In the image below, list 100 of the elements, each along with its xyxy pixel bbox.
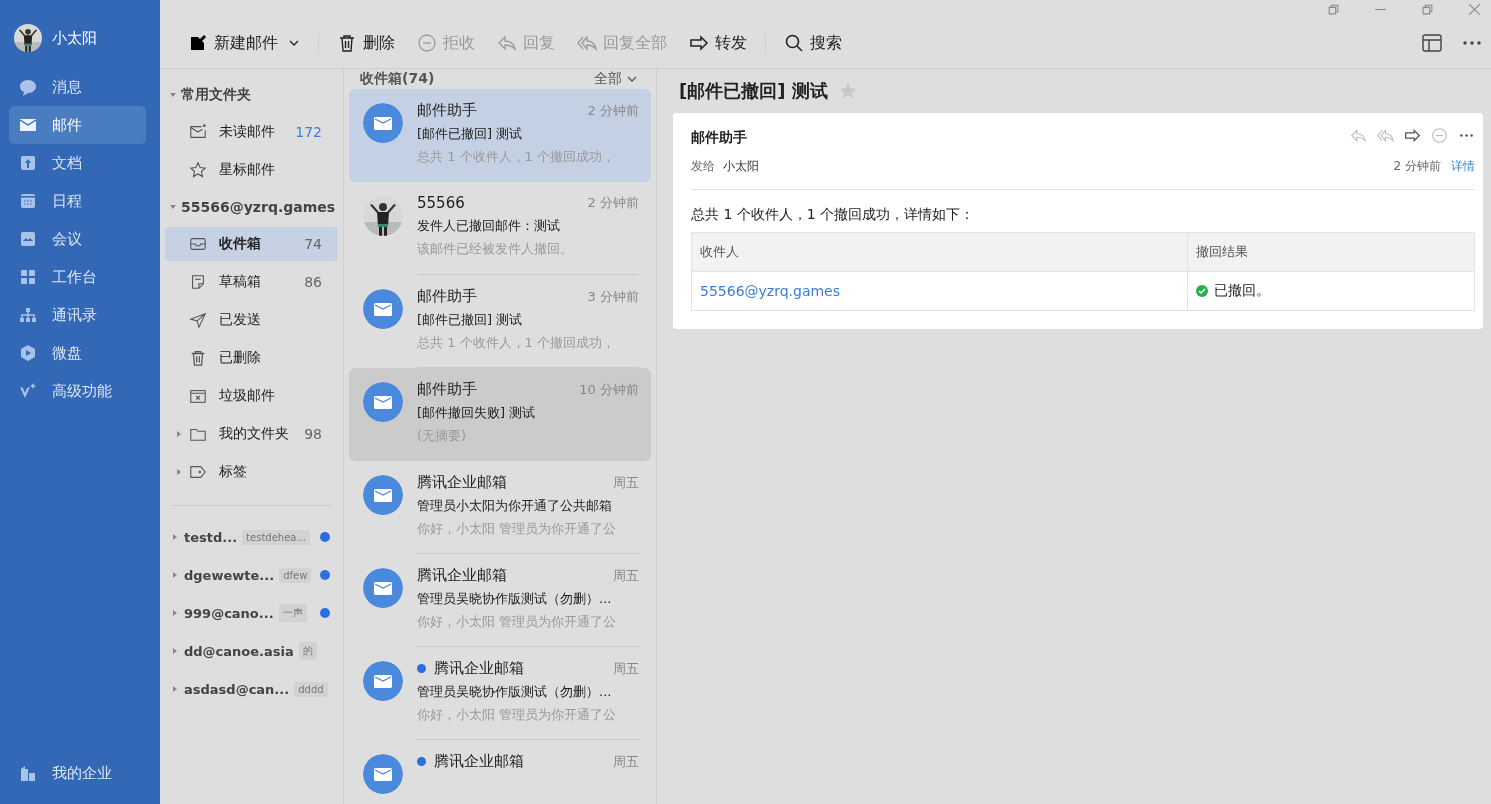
message-time: 2 分钟前 [587,194,639,212]
list-title: 收件箱(74) [360,70,435,88]
user-name[interactable]: 小太阳 [52,28,97,48]
nav-item[interactable]: 工作台 [9,258,146,296]
chat-icon [18,77,38,97]
folder-item[interactable]: 已删除 [165,341,338,375]
account-name[interactable]: dd@canoe.asia [184,643,294,659]
pin-icon[interactable] [1327,2,1340,16]
message-time: 周五 [613,473,639,492]
replyall-icon [1377,127,1394,144]
email-link[interactable]: 55566@yzrq.games [700,283,841,299]
nav-item[interactable]: 微盘 [9,334,146,372]
folder-label: 我的文件夹 [219,425,289,443]
nav-item[interactable]: 日程 [9,182,146,220]
forward-icon [1404,127,1421,144]
folder-item[interactable]: 垃圾邮件 [165,379,338,413]
nav-item[interactable]: 文档 [9,144,146,182]
account-title[interactable]: 55566@yzrq.games [181,199,336,215]
sender-name: 腾讯企业邮箱 [417,566,507,585]
triangle-icon[interactable] [171,647,179,655]
message-preview: 总共 1 个收件人，1 个撤回成功， [417,148,616,166]
message-item[interactable]: 55566 2 分钟前 发件人已撤回邮件：测试 该邮件已经被发件人撤回。 [349,182,651,275]
message-time: 2 分钟前 [587,101,639,120]
triangle-icon[interactable] [171,685,179,693]
doc-icon [18,153,38,173]
nav-item[interactable]: 我的企业 [9,754,146,792]
trash-icon [337,33,357,53]
nav-label: 我的企业 [52,763,112,783]
toolbar-button[interactable]: 新建邮件 [180,26,308,60]
nav-label: 微盘 [52,343,82,363]
triangle-icon[interactable] [171,571,179,579]
nav-label: 文档 [52,153,82,173]
send-icon [189,311,207,329]
message-time: 周五 [613,752,639,771]
message-item[interactable]: 腾讯企业邮箱 周五 管理员吴晓协作版测试（勿删）... 你好，小太阳 管理员为你开通了公 [349,647,651,740]
mail-time: 2 分钟前 [1393,158,1441,175]
folder-item[interactable]: 星标邮件 [165,153,338,187]
draft-icon [189,273,207,291]
nav-item[interactable]: 会议 [9,220,146,258]
message-item[interactable]: 邮件助手 2 分钟前 [邮件已撤回] 测试 总共 1 个收件人，1 个撤回成功， [349,89,651,182]
account-name[interactable]: dgewewte... [184,567,275,583]
details-link[interactable]: 详情 [1451,158,1475,175]
folder-label: 标签 [219,463,247,481]
org-icon [18,305,38,325]
message-preview: 你好，小太阳 管理员为你开通了公 [417,706,618,724]
trash-icon [189,349,207,367]
column-header: 收件人 [691,232,1188,272]
meeting-icon [18,229,38,249]
nav-item[interactable]: 高级功能 [9,372,146,410]
nav-label: 通讯录 [52,305,97,325]
account-tag: dfew [279,567,312,583]
triangle-icon[interactable] [171,609,179,617]
message-item[interactable]: 腾讯企业邮箱 周五 [349,740,651,804]
star-icon [189,161,207,179]
account-name[interactable]: asdasd@can... [184,681,290,697]
toolbar-button[interactable]: 转发 [681,26,755,60]
nav-label: 工作台 [52,267,97,287]
layout-icon[interactable] [1421,32,1443,54]
filter-dropdown[interactable]: 全部 [588,69,644,89]
message-subject: [邮件撤回失败] 测试 [417,404,537,422]
sender-name: 腾讯企业邮箱 [417,473,507,492]
folder-item[interactable]: 草稿箱 86 [165,265,338,299]
triangle-icon[interactable] [175,430,183,438]
message-item[interactable]: 腾讯企业邮箱 周五 管理员吴晓协作版测试（勿删）... 你好，小太阳 管理员为你开通了公 [349,554,651,647]
mail-avatar-icon [363,289,403,329]
folder-item[interactable]: 标签 [165,455,338,489]
toolbar-button[interactable]: 搜索 [776,26,850,60]
triangle-icon[interactable] [169,203,177,211]
mail-avatar-icon [363,103,403,143]
recipient-name: 小太阳 [723,158,759,175]
folder-label: 已删除 [219,349,261,367]
sender-name: 邮件助手 [691,128,747,147]
sender-name: 腾讯企业邮箱 [434,752,524,771]
folder-item[interactable]: 我的文件夹 98 [165,417,338,451]
restore-icon[interactable] [1421,2,1434,16]
mail-avatar-icon [363,661,403,701]
nav-item[interactable]: 通讯录 [9,296,146,334]
folder-item[interactable]: 已发送 [165,303,338,337]
section-title[interactable]: 常用文件夹 [181,86,251,104]
triangle-icon[interactable] [175,468,183,476]
account-tag: dddd [294,681,328,697]
triangle-icon[interactable] [171,533,179,541]
account-name[interactable]: testd... [184,529,238,545]
close-icon[interactable] [1468,2,1481,16]
nav-item[interactable]: 邮件 [9,106,146,144]
message-time: 周五 [613,659,639,678]
mail-avatar-icon [363,754,403,794]
forward-icon [689,33,709,53]
message-preview: 该邮件已经被发件人撤回。 [417,240,574,258]
folder-item[interactable]: 未读邮件 172 [165,115,338,149]
toolbar-button[interactable]: 删除 [329,26,403,60]
sender-name: 腾讯企业邮箱 [434,659,524,678]
folder-item[interactable]: 收件箱 74 [165,227,338,261]
message-item[interactable]: 腾讯企业邮箱 周五 管理员小太阳为你开通了公共邮箱 你好，小太阳 管理员为你开通了公 [349,461,651,554]
mail-avatar-icon [363,382,403,422]
nav-item[interactable]: 消息 [9,68,146,106]
triangle-icon[interactable] [169,91,177,99]
account-name[interactable]: 999@cano... [184,605,274,621]
folder-count: 86 [304,274,322,290]
sender-name: 邮件助手 [417,287,477,306]
